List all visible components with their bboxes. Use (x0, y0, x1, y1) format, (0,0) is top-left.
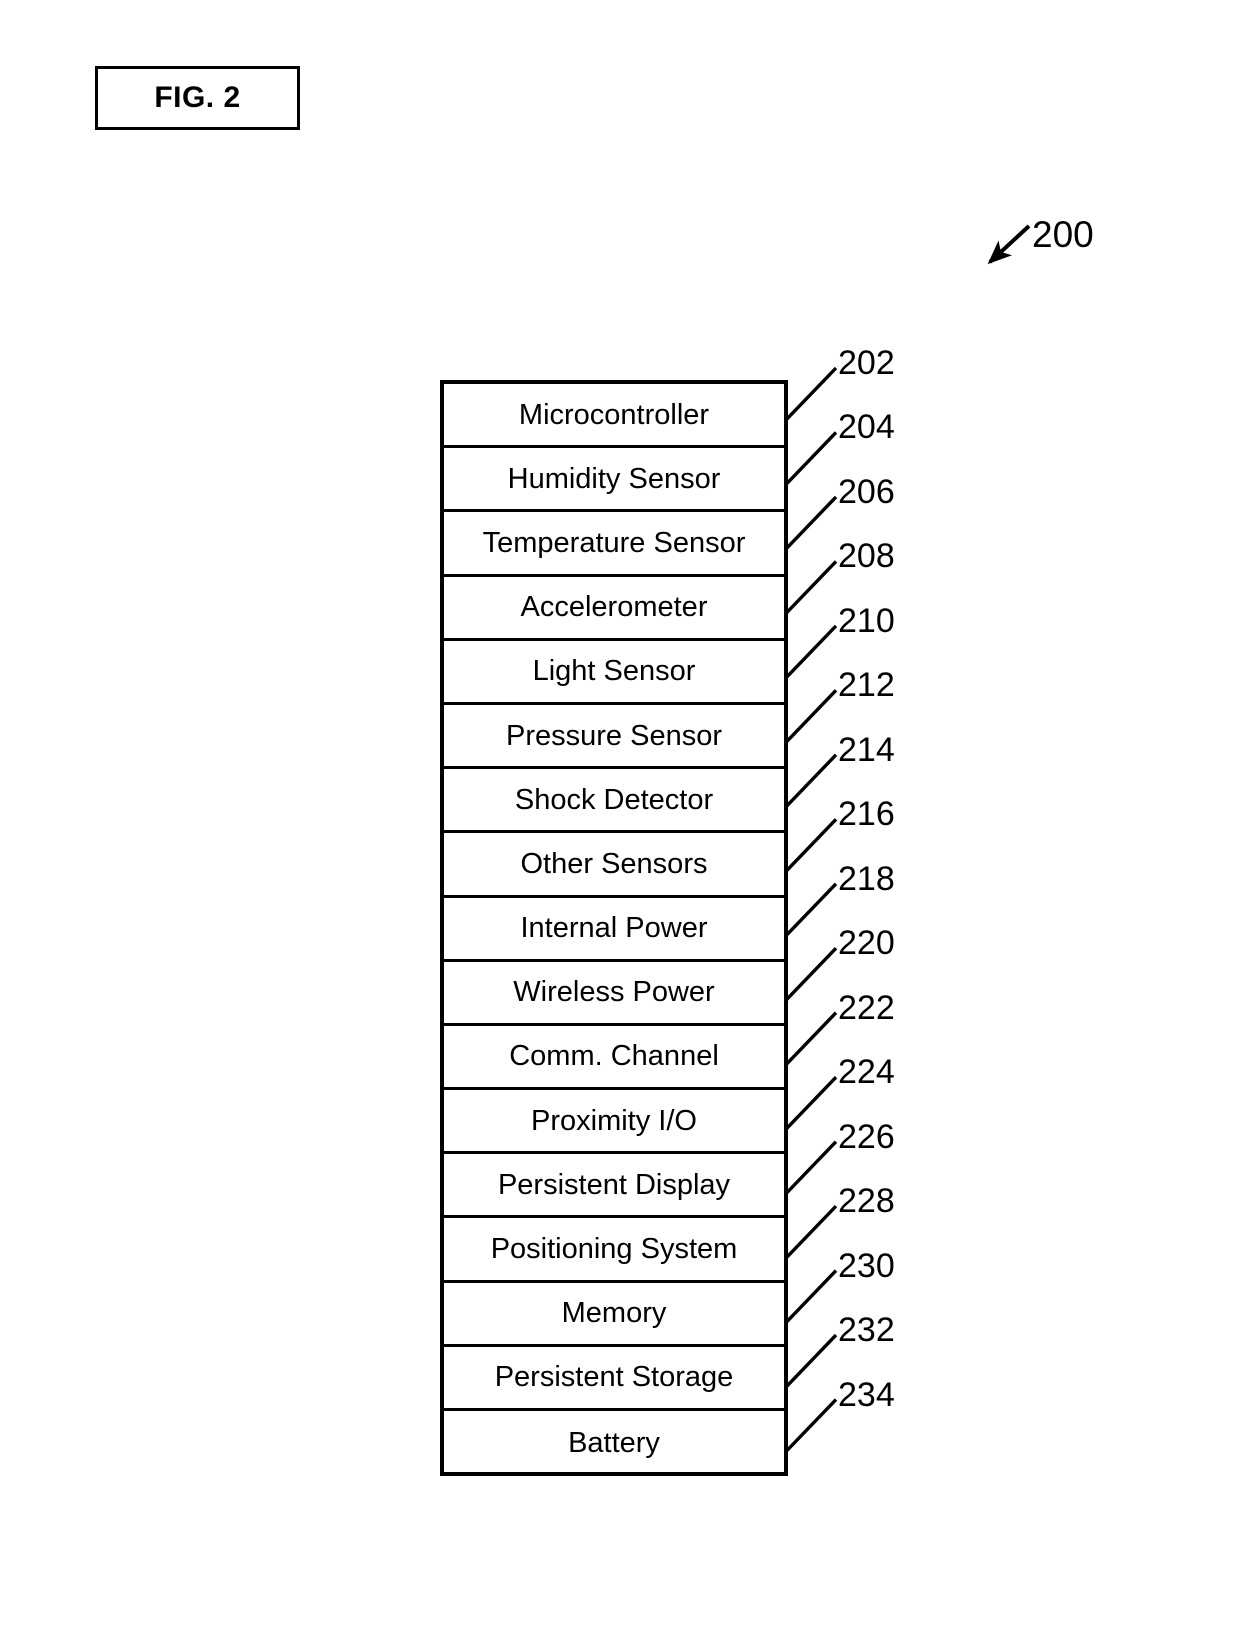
reference-number: 230 (838, 1246, 895, 1285)
leader-line (784, 1269, 838, 1324)
stack-row-label: Temperature Sensor (482, 526, 746, 559)
stack-row-label: Comm. Channel (509, 1040, 719, 1073)
figure-label-box: FIG. 2 (95, 66, 300, 130)
stack-row-label: Internal Power (520, 912, 708, 945)
reference-number: 202 (838, 344, 895, 382)
stack-row: Light Sensor (444, 641, 784, 705)
leader-line (784, 753, 838, 808)
leader-line (784, 1140, 838, 1195)
leader-line (784, 431, 838, 486)
stack-row: Battery (444, 1411, 784, 1475)
stack-row-label: Light Sensor (532, 655, 696, 688)
stack-row-label: Microcontroller (518, 398, 710, 431)
stack-row: Shock Detector (444, 769, 784, 834)
reference-number: 226 (838, 1117, 895, 1156)
stack-row-label: Shock Detector (514, 783, 714, 816)
stack-row: Proximity I/O (444, 1090, 784, 1155)
stack-row: Microcontroller (444, 384, 784, 449)
leader-line (784, 624, 838, 680)
leader-line (784, 818, 838, 873)
reference-number: 232 (838, 1311, 895, 1350)
leader-line (784, 1333, 838, 1389)
reference-number: 206 (838, 472, 895, 511)
stack-row-label: Accelerometer (520, 591, 708, 624)
reference-number: 204 (838, 408, 895, 447)
reference-number: 220 (838, 924, 895, 963)
stack-row: Accelerometer (444, 577, 784, 641)
stack-row-label: Positioning System (490, 1233, 738, 1266)
overall-reference-callout: 200 (984, 216, 1114, 280)
stack-row: Persistent Display (444, 1154, 784, 1219)
reference-number: 210 (838, 601, 895, 640)
stack-row: Persistent Storage (444, 1347, 784, 1411)
stack-row-label: Persistent Storage (494, 1361, 734, 1394)
reference-number: 224 (838, 1053, 895, 1092)
figure-label-text: FIG. 2 (154, 81, 241, 114)
stack-row: Internal Power (444, 898, 784, 962)
leader-line (784, 495, 838, 551)
component-stack: Microcontroller Humidity Sensor Temperatur… (440, 380, 788, 1476)
leader-line (784, 366, 838, 422)
stack-row: Memory (444, 1283, 784, 1347)
stack-row-label: Pressure Sensor (506, 719, 722, 752)
stack-row-label: Memory (561, 1297, 667, 1330)
leader-line (784, 1075, 838, 1131)
leader-line (784, 882, 838, 937)
stack-row: Temperature Sensor (444, 512, 784, 577)
reference-number: 234 (838, 1375, 895, 1414)
stack-row: Pressure Sensor (444, 705, 784, 770)
leader-line (784, 689, 838, 744)
overall-reference-number: 200 (1032, 214, 1094, 255)
stack-row-label: Persistent Display (497, 1168, 731, 1201)
stack-row: Comm. Channel (444, 1026, 784, 1091)
reference-number: 216 (838, 795, 895, 834)
stack-row-label: Battery (568, 1427, 660, 1460)
leader-line (784, 1398, 838, 1453)
stack-row-label: Humidity Sensor (507, 462, 721, 495)
stack-row: Positioning System (444, 1218, 784, 1283)
reference-number: 218 (838, 859, 895, 898)
stack-row: Wireless Power (444, 962, 784, 1026)
stack-row-label: Other Sensors (520, 847, 708, 880)
reference-number: 212 (838, 666, 895, 705)
stack-row: Humidity Sensor (444, 448, 784, 513)
leader-line (784, 1011, 838, 1066)
stack-row-label: Wireless Power (513, 976, 715, 1009)
stack-row-label: Proximity I/O (531, 1104, 697, 1137)
reference-number: 222 (838, 988, 895, 1027)
stack-row: Other Sensors (444, 833, 784, 898)
leader-line (784, 1204, 838, 1260)
reference-number: 228 (838, 1182, 895, 1221)
reference-number: 214 (838, 730, 895, 769)
reference-number: 208 (838, 537, 895, 576)
leader-line (784, 947, 838, 1002)
leader-line (784, 560, 838, 615)
